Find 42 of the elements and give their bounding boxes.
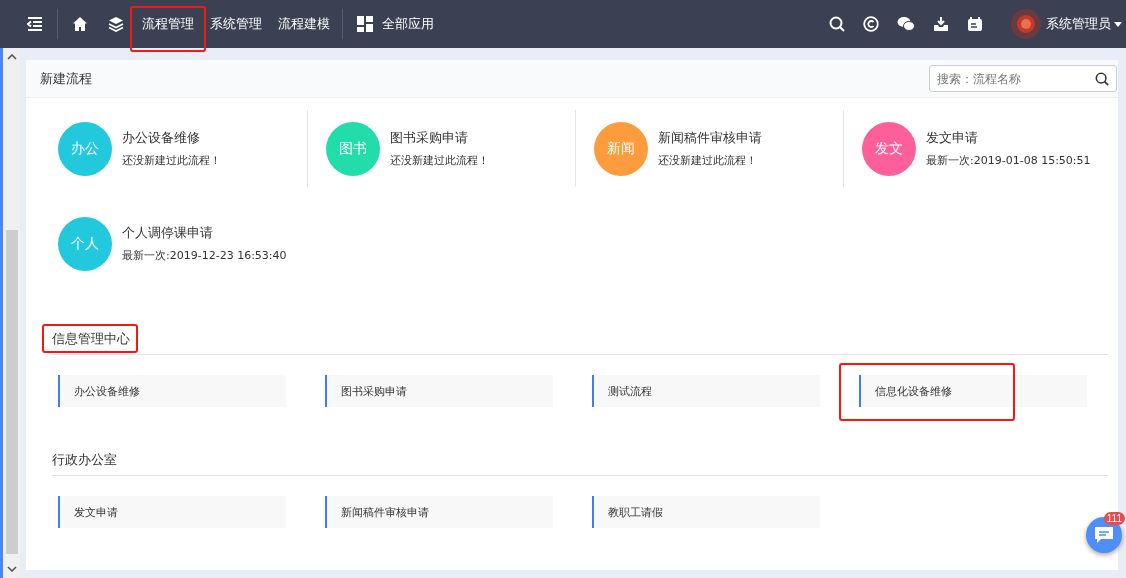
emblem-avatar[interactable] (1010, 8, 1042, 40)
download-icon[interactable] (933, 16, 949, 32)
process-item[interactable]: 测试流程 (592, 375, 820, 407)
process-item[interactable]: 图书采购申请 (325, 375, 553, 407)
scroll-up-icon[interactable] (6, 54, 17, 60)
user-menu[interactable]: 系统管理员 (1042, 15, 1126, 33)
chat-bubbles-icon[interactable] (897, 16, 915, 32)
home-icon[interactable] (72, 16, 88, 32)
grid-icon[interactable] (357, 16, 373, 32)
process-name[interactable]: 图书采购申请 (390, 129, 489, 147)
process-item[interactable]: 发文申请 (58, 496, 286, 528)
menu-icon[interactable] (27, 17, 43, 31)
calendar-icon[interactable] (967, 16, 983, 32)
nav-tab[interactable]: 系统管理 (202, 0, 270, 48)
process-note: 最新一次:2019-12-23 16:53:40 (122, 248, 287, 263)
process-name[interactable]: 发文申请 (926, 129, 1091, 147)
process-item[interactable]: 信息化设备维修 (859, 375, 1087, 407)
process-name[interactable]: 新闻稿件审核申请 (658, 129, 762, 147)
process-note: 最新一次:2019-01-08 15:50:51 (926, 153, 1091, 168)
scroll-down-icon[interactable] (6, 566, 17, 572)
chat-icon (1094, 526, 1114, 544)
panel-title: 新建流程 (40, 69, 92, 88)
process-item[interactable]: 办公设备维修 (58, 375, 286, 407)
nav-tab[interactable]: 流程管理 (134, 0, 202, 48)
search-icon[interactable] (829, 16, 845, 32)
process-item[interactable]: 教职工请假 (592, 496, 820, 528)
section-title: 信息管理中心 (52, 331, 130, 346)
search-field[interactable]: 搜索：流程名称 (929, 65, 1117, 92)
search-icon[interactable] (1095, 72, 1109, 86)
copyright-icon[interactable] (863, 16, 879, 32)
process-item[interactable]: 新闻稿件审核申请 (325, 496, 553, 528)
process-name[interactable]: 个人调停课申请 (122, 224, 287, 242)
layers-icon[interactable] (108, 16, 124, 32)
section-title: 行政办公室 (52, 452, 117, 467)
scrollbar[interactable] (0, 48, 20, 578)
all-apps-button[interactable]: 全部应用 (380, 0, 442, 48)
process-note: 还没新建过此流程！ (122, 153, 221, 168)
process-note: 还没新建过此流程！ (658, 153, 758, 168)
nav-tab[interactable]: 流程建模 (270, 0, 338, 48)
caret-icon[interactable] (1114, 21, 1122, 27)
process-name[interactable]: 办公设备维修 (122, 129, 221, 147)
process-note: 还没新建过此流程！ (390, 153, 489, 168)
